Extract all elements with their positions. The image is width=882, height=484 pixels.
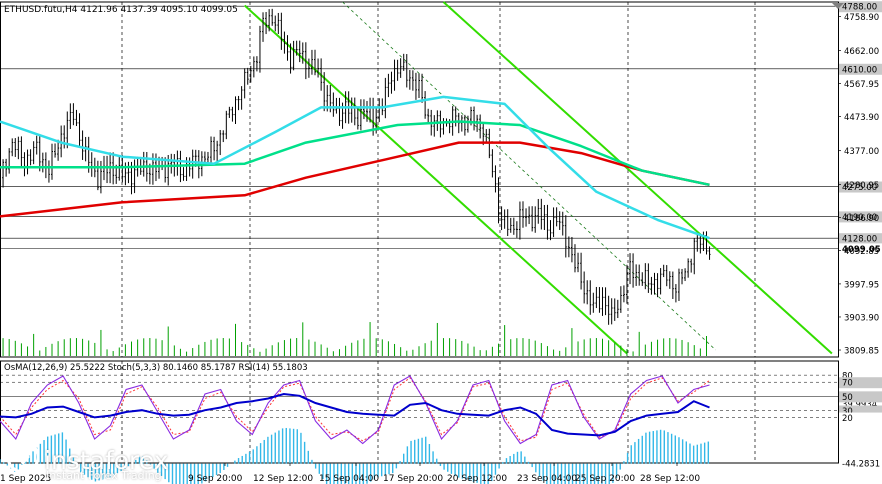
xtick-label-7: 25 Sep 20:00 bbox=[575, 474, 635, 484]
level-label-4: 4128.00 bbox=[842, 235, 877, 245]
indicator-header: OsMA(12,26,9) 25.5222 Stoch(5,3,3) 80.14… bbox=[4, 363, 308, 373]
osc-label-2: 70 bbox=[842, 379, 853, 389]
logo-tagline: Instant Forex Trading bbox=[46, 469, 162, 482]
xtick-label-6: 23 Sep 04:00 bbox=[517, 474, 577, 484]
chart-area[interactable]: 4788.004610.004275.004190.004128.004099.… bbox=[0, 0, 882, 484]
ytick-label-1: 4662.00 bbox=[844, 47, 879, 57]
xtick-label-3: 15 Sep 04:00 bbox=[319, 474, 379, 484]
ytick-label-9: 3903.90 bbox=[844, 313, 879, 323]
ytick-label-4: 4377.00 bbox=[844, 147, 879, 157]
ytick-label-3: 4473.90 bbox=[844, 113, 879, 123]
ytick-label-8: 3997.95 bbox=[844, 280, 879, 290]
instaforex-logo-icon bbox=[6, 440, 40, 474]
ytick-label-7: 4092.85 bbox=[844, 247, 879, 257]
osc-label-6: -44.2831 bbox=[842, 460, 880, 470]
osc-label-5: 20 bbox=[842, 414, 853, 424]
xtick-label-4: 17 Sep 20:00 bbox=[383, 474, 443, 484]
level-label-0: 4788.00 bbox=[842, 3, 877, 13]
xtick-label-8: 28 Sep 12:00 bbox=[640, 474, 700, 484]
symbol-info: ETHUSD.futu,H4 4121.96 4137.39 4095.10 4… bbox=[4, 5, 238, 15]
ytick-label-10: 3809.85 bbox=[844, 347, 879, 357]
osc-label-3: 50 bbox=[842, 393, 853, 403]
price-panel bbox=[0, 1, 839, 358]
ytick-label-0: 4758.90 bbox=[844, 13, 879, 23]
ytick-label-5: 4280.95 bbox=[844, 181, 879, 191]
level-label-1: 4610.00 bbox=[842, 65, 877, 75]
xtick-label-2: 12 Sep 12:00 bbox=[253, 474, 313, 484]
ytick-label-6: 4186.90 bbox=[844, 214, 879, 224]
ytick-label-2: 4567.95 bbox=[844, 80, 879, 90]
xtick-label-5: 20 Sep 12:00 bbox=[447, 474, 507, 484]
